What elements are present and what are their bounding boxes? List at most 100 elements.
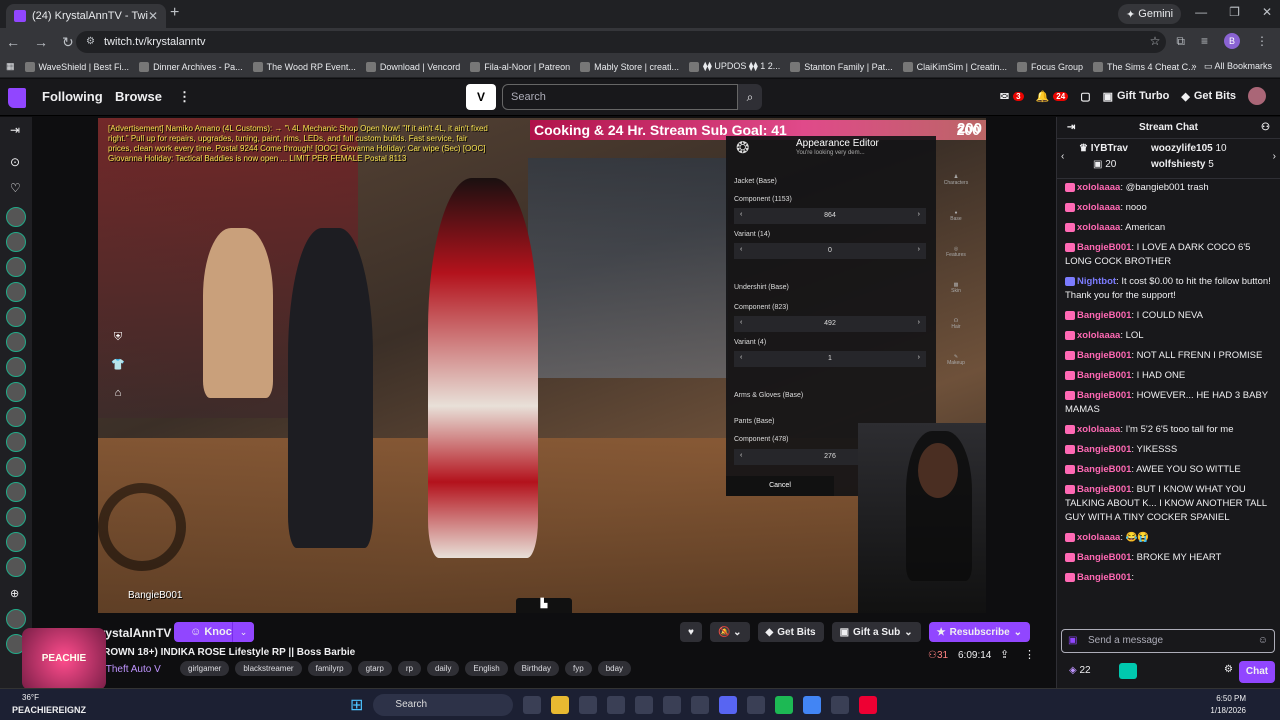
app-icon[interactable] <box>691 696 710 714</box>
chat-username[interactable]: xololaaaa <box>1077 222 1120 233</box>
more-menu-icon[interactable]: ⋮ <box>178 89 191 105</box>
browser-tab[interactable]: (24) KrystalAnnTV - Twitch ✕ <box>6 4 166 28</box>
bookmark-star-icon[interactable]: ☆ <box>1150 34 1161 48</box>
makeup-tab[interactable]: ✎ Makeup <box>938 354 974 390</box>
chat-username[interactable]: BangieB001 <box>1077 370 1131 381</box>
chat-username[interactable]: BangieB001 <box>1077 444 1131 455</box>
inbox-button[interactable]: ✉ 3 <box>1000 90 1024 103</box>
chat-username[interactable]: xololaaaa <box>1077 182 1120 193</box>
bookmark-item[interactable]: Focus Group <box>1017 61 1083 72</box>
hair-tab[interactable]: ☊ Hair <box>938 318 974 354</box>
music-icon[interactable] <box>747 696 766 714</box>
video-player[interactable]: [Advertisement] Namiko Amano (4L Customs… <box>98 118 986 613</box>
chrome-icon[interactable] <box>803 696 822 714</box>
chat-username[interactable]: BangieB001 <box>1077 484 1131 495</box>
next-icon[interactable]: › <box>918 246 920 253</box>
bookmark-item[interactable]: Mably Store | creati... <box>580 61 679 72</box>
close-window-icon[interactable]: ✕ <box>1262 5 1272 19</box>
undershirt-section[interactable]: Undershirt (Base) <box>734 284 789 291</box>
followed-channel-avatar[interactable] <box>6 357 26 377</box>
bookmark-item[interactable]: Stanton Family | Pat... <box>790 61 893 72</box>
taskbar-search[interactable]: Search <box>373 694 514 716</box>
expand-sidebar-icon[interactable]: ⇥ <box>10 123 20 137</box>
back-icon[interactable]: ← <box>6 34 20 50</box>
url-field[interactable]: ⚙ twitch.tv/krystalanntv <box>76 31 1166 53</box>
chat-username[interactable]: BangieB001 <box>1077 464 1131 475</box>
tag[interactable]: girlgamer <box>180 661 230 676</box>
site-info-icon[interactable]: ⚙ <box>86 31 95 53</box>
share-icon[interactable]: ⇪ <box>1000 648 1009 661</box>
followed-channel-avatar[interactable] <box>6 609 26 629</box>
bookmark-item[interactable]: Download | Vencord <box>365 61 460 72</box>
tag[interactable]: Birthday <box>513 661 560 676</box>
get-bits-button[interactable]: ◆ Get Bits <box>1181 90 1236 103</box>
gift-sub-button[interactable]: ▣ Gift a Sub ⌄ <box>831 622 921 642</box>
extension-logo-icon[interactable]: V <box>466 84 496 110</box>
bookmark-item[interactable]: WaveShield | Best Fi... <box>24 61 129 72</box>
twitch-logo-icon[interactable] <box>8 88 26 108</box>
next-icon[interactable]: › <box>918 354 920 361</box>
extensions-icon[interactable]: ⧉ <box>1176 34 1185 49</box>
chat-username[interactable]: BangieB001 <box>1077 350 1131 361</box>
app-icon[interactable] <box>831 696 850 714</box>
all-bookmarks-button[interactable]: » ▭ All Bookmarks <box>1191 61 1272 72</box>
followed-channel-avatar[interactable] <box>6 207 26 227</box>
bookmark-item[interactable]: ClaiKimSim | Creatin... <box>902 61 1007 72</box>
apps-icon[interactable]: ▦ <box>6 61 15 72</box>
chrome-menu-icon[interactable]: ⋮ <box>1256 34 1268 48</box>
chat-settings-icon[interactable]: ⚙ <box>1224 664 1233 675</box>
following-icon[interactable]: ⊙ <box>10 155 20 169</box>
whispers-icon[interactable]: ▢ <box>1080 90 1090 103</box>
features-tab[interactable]: ◎ Features <box>938 246 974 282</box>
theater-mode-icon[interactable]: ▙ <box>516 598 572 613</box>
tag[interactable]: fyp <box>565 661 592 676</box>
bookmark-item[interactable]: The Sims 4 Cheat C... <box>1093 61 1196 72</box>
base-tab[interactable]: ● Base <box>938 210 974 246</box>
search-input[interactable]: Search <box>502 84 738 110</box>
bookmark-item[interactable]: Dinner Archives - Pa... <box>139 61 243 72</box>
tag[interactable]: rp <box>397 661 421 676</box>
get-bits-button[interactable]: ◆ Get Bits <box>757 622 824 642</box>
skin-tab[interactable]: ▩ Skin <box>938 282 974 318</box>
bookmark-item[interactable]: ⧫⧫ UPDOS ⧫⧫ 1 2... <box>688 61 780 72</box>
app-icon[interactable] <box>859 696 878 714</box>
leaderboard-prev-icon[interactable]: ‹ <box>1061 151 1064 162</box>
tag[interactable]: English <box>465 661 508 676</box>
emote-picker-icon[interactable]: ☺ <box>1258 630 1268 652</box>
channel-points-reward-icon[interactable] <box>1119 663 1137 679</box>
bookmark-item[interactable]: The Wood RP Event... <box>252 61 356 72</box>
maximize-icon[interactable]: ❐ <box>1229 5 1240 19</box>
chat-badge-icon[interactable]: ▣ <box>1068 630 1077 652</box>
cancel-button[interactable]: Cancel <box>726 476 834 496</box>
reload-icon[interactable]: ↻ <box>62 34 74 51</box>
profile-avatar[interactable]: B <box>1224 33 1240 49</box>
app-icon[interactable] <box>579 696 598 714</box>
followed-channel-avatar[interactable] <box>6 232 26 252</box>
followed-channel-avatar[interactable] <box>6 382 26 402</box>
browse-link[interactable]: Browse <box>115 89 162 104</box>
arms-section[interactable]: Arms & Gloves (Base) <box>734 392 803 399</box>
followed-channel-avatar[interactable] <box>6 307 26 327</box>
followed-channel-avatar[interactable] <box>6 532 26 552</box>
collapse-chat-icon[interactable]: ⇥ <box>1067 117 1075 139</box>
new-tab-icon[interactable]: + <box>170 4 179 22</box>
followed-channel-avatar[interactable] <box>6 507 26 527</box>
knock-dropdown-icon[interactable]: ⌄ <box>232 622 254 642</box>
chat-username[interactable]: xololaaaa <box>1077 532 1120 543</box>
chat-username[interactable]: BangieB001 <box>1077 572 1131 583</box>
characters-tab[interactable]: ♟ Characters <box>938 174 974 210</box>
chat-send-button[interactable]: Chat <box>1239 661 1275 683</box>
jacket-section[interactable]: Jacket (Base) <box>734 178 777 185</box>
file-explorer-icon[interactable] <box>551 696 570 714</box>
resubscribe-button[interactable]: ★ Resubscribe ⌄ <box>928 622 1031 642</box>
forward-icon[interactable]: → <box>34 34 48 50</box>
user-avatar[interactable] <box>1248 87 1266 105</box>
followed-channel-avatar[interactable] <box>6 557 26 577</box>
steam-icon[interactable] <box>635 696 654 714</box>
followed-channel-avatar[interactable] <box>6 482 26 502</box>
component-stepper[interactable]: ‹ 492 › <box>734 316 926 332</box>
component-stepper[interactable]: ‹ 864 › <box>734 208 926 224</box>
tag[interactable]: familyrp <box>307 661 352 676</box>
leaderboard-next-icon[interactable]: › <box>1273 151 1276 162</box>
gemini-button[interactable]: ✦ Gemini <box>1118 4 1182 24</box>
